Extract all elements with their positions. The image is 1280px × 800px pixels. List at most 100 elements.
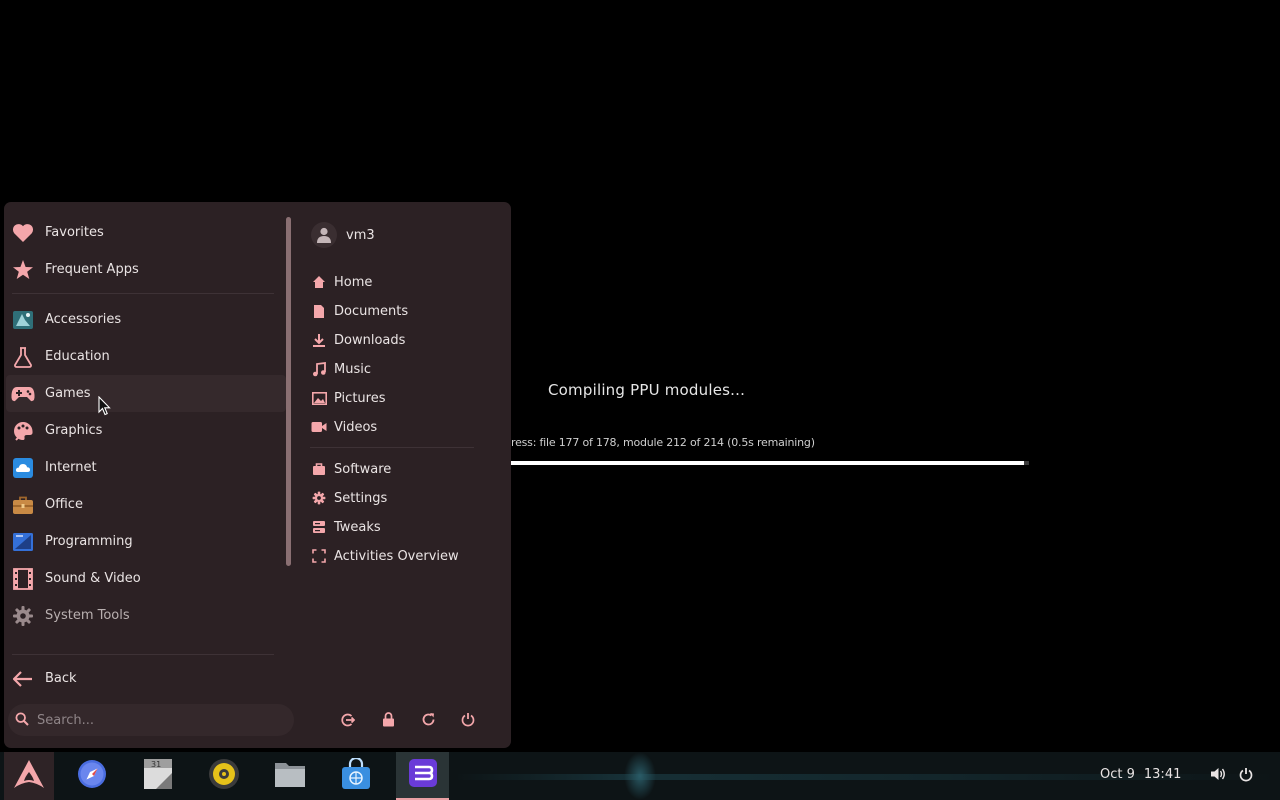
category-label: Internet bbox=[45, 460, 97, 475]
category-games[interactable]: Games bbox=[6, 375, 286, 412]
compile-progress-bar bbox=[511, 461, 1029, 465]
search-icon bbox=[15, 711, 29, 730]
separator bbox=[12, 654, 274, 655]
volume-icon bbox=[1210, 766, 1226, 786]
gear-icon bbox=[11, 604, 35, 628]
taskbar-software-store[interactable] bbox=[330, 752, 382, 800]
search-input[interactable] bbox=[37, 712, 277, 728]
compile-title: Compiling PPU modules... bbox=[548, 381, 746, 399]
menu-scrollbar[interactable] bbox=[286, 217, 291, 566]
arrow-left-icon bbox=[11, 667, 35, 691]
category-favorites[interactable]: Favorites bbox=[6, 214, 286, 251]
separator bbox=[12, 293, 274, 294]
taskbar-files[interactable] bbox=[264, 752, 316, 800]
place-documents[interactable]: Documents bbox=[310, 297, 500, 325]
avatar bbox=[311, 222, 337, 248]
compile-progress-text: ress: file 177 of 178, module 212 of 214… bbox=[511, 436, 815, 449]
taskbar-rhythmbox[interactable] bbox=[198, 752, 250, 800]
power-button[interactable] bbox=[455, 708, 481, 734]
arch-menu-icon bbox=[13, 759, 45, 793]
system-tweaks[interactable]: Tweaks bbox=[310, 513, 500, 541]
tweaks-icon bbox=[310, 518, 328, 536]
film-icon bbox=[11, 567, 35, 591]
category-programming[interactable]: Programming bbox=[6, 523, 286, 560]
taskbar-browser[interactable] bbox=[66, 752, 118, 800]
category-label: Office bbox=[45, 497, 83, 512]
taskbar: 31 Oct 9 13:41 bbox=[0, 752, 1280, 800]
restart-button[interactable] bbox=[415, 708, 441, 734]
cloud-icon bbox=[11, 456, 35, 480]
briefcase-icon bbox=[11, 493, 35, 517]
taskbar-active-app[interactable] bbox=[396, 752, 449, 800]
power-indicator[interactable] bbox=[1236, 766, 1256, 786]
power-icon bbox=[1239, 767, 1253, 786]
download-icon bbox=[310, 331, 328, 349]
calendar-icon: 31 bbox=[142, 758, 174, 794]
app-icon bbox=[407, 757, 439, 793]
category-system-tools[interactable]: System Tools bbox=[6, 597, 286, 634]
clock-time: 13:41 bbox=[1143, 767, 1182, 782]
document-icon bbox=[310, 302, 328, 320]
picture-icon bbox=[310, 389, 328, 407]
app-menu-button[interactable] bbox=[4, 752, 54, 800]
category-office[interactable]: Office bbox=[6, 486, 286, 523]
flask-icon bbox=[11, 345, 35, 369]
place-downloads[interactable]: Downloads bbox=[310, 326, 500, 354]
place-pictures[interactable]: Pictures bbox=[310, 384, 500, 412]
logout-button[interactable] bbox=[335, 708, 361, 734]
lock-icon bbox=[382, 711, 395, 731]
place-label: Activities Overview bbox=[334, 548, 459, 564]
category-label: Accessories bbox=[45, 312, 122, 327]
user-button[interactable]: vm3 bbox=[311, 220, 375, 250]
category-label: Frequent Apps bbox=[45, 262, 139, 277]
gear-icon bbox=[310, 489, 328, 507]
back-label: Back bbox=[45, 671, 77, 686]
category-education[interactable]: Education bbox=[6, 338, 286, 375]
taskbar-clock[interactable]: Oct 9 13:41 bbox=[1100, 767, 1181, 782]
category-label: Sound & Video bbox=[45, 571, 141, 586]
heart-icon bbox=[11, 221, 35, 245]
system-activities-overview[interactable]: Activities Overview bbox=[310, 542, 500, 570]
system-settings[interactable]: Settings bbox=[310, 484, 500, 512]
category-frequent-apps[interactable]: Frequent Apps bbox=[6, 251, 286, 288]
place-label: Videos bbox=[334, 419, 378, 435]
place-label: Music bbox=[334, 361, 371, 377]
mouse-cursor bbox=[98, 395, 112, 416]
star-icon bbox=[11, 258, 35, 282]
video-icon bbox=[310, 418, 328, 436]
volume-indicator[interactable] bbox=[1208, 766, 1228, 786]
search-box[interactable] bbox=[8, 704, 294, 736]
browser-icon bbox=[77, 759, 107, 793]
taskbar-calendar[interactable]: 31 bbox=[132, 752, 184, 800]
place-label: Home bbox=[334, 274, 373, 290]
category-sound-video[interactable]: Sound & Video bbox=[6, 560, 286, 597]
compile-progress-fill bbox=[511, 461, 1024, 465]
power-icon bbox=[461, 712, 475, 731]
category-label: Favorites bbox=[45, 225, 104, 240]
restart-icon bbox=[421, 712, 436, 731]
back-button[interactable]: Back bbox=[6, 660, 286, 697]
category-label: Graphics bbox=[45, 423, 103, 438]
place-label: Documents bbox=[334, 303, 409, 319]
files-icon bbox=[274, 760, 306, 792]
accessories-icon bbox=[11, 308, 35, 332]
place-videos[interactable]: Videos bbox=[310, 413, 500, 441]
system-software[interactable]: Software bbox=[310, 455, 500, 483]
software-store-icon bbox=[340, 756, 372, 794]
category-accessories[interactable]: Accessories bbox=[6, 301, 286, 338]
clock-date: Oct 9 bbox=[1100, 767, 1135, 782]
logout-icon bbox=[341, 712, 356, 731]
place-home[interactable]: Home bbox=[310, 268, 500, 296]
music-icon bbox=[310, 360, 328, 378]
place-music[interactable]: Music bbox=[310, 355, 500, 383]
rhythmbox-icon bbox=[208, 758, 240, 794]
app-menu: Favorites Frequent Apps Accessories Educ… bbox=[4, 202, 511, 748]
place-label: Downloads bbox=[334, 332, 406, 348]
category-label: Education bbox=[45, 349, 110, 364]
category-internet[interactable]: Internet bbox=[6, 449, 286, 486]
place-label: Settings bbox=[334, 490, 388, 506]
category-graphics[interactable]: Graphics bbox=[6, 412, 286, 449]
palette-icon bbox=[11, 419, 35, 443]
lock-button[interactable] bbox=[375, 708, 401, 734]
gamepad-icon bbox=[11, 382, 35, 406]
